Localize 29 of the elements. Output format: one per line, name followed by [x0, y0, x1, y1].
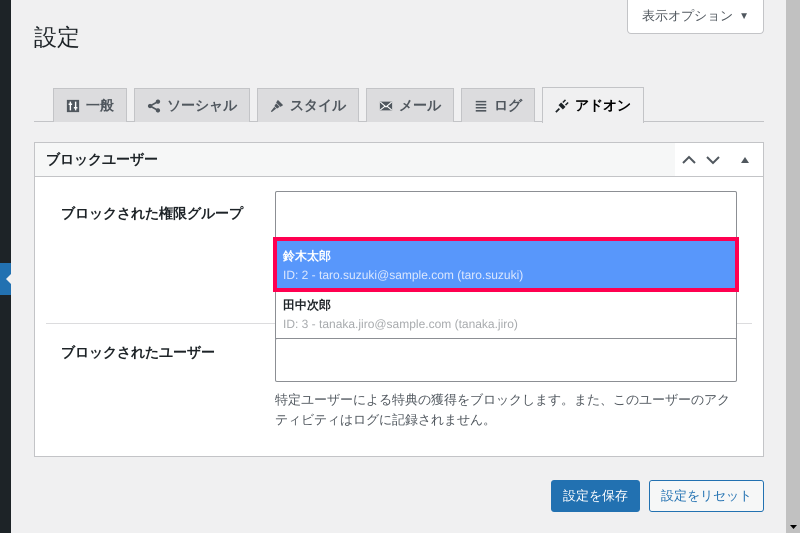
settings-tab[interactable]: ソーシャル — [134, 88, 250, 122]
field-label: ブロックされたユーザー — [61, 343, 216, 362]
reset-button[interactable]: 設定をリセット — [649, 480, 764, 512]
help-text: 特定ユーザーによる特典の獲得をブロックします。また、このユーザーのアクティビティはログに記録されません。 — [275, 391, 731, 429]
user-detail: ID: 3 - tanaka.jiro@sample.com (tanaka.jiro) — [283, 316, 519, 330]
settings-tab[interactable]: メール — [366, 88, 454, 122]
settings-tab[interactable]: スタイル — [257, 88, 359, 122]
list-icon — [474, 98, 488, 112]
user-detail: ID: 2 - taro.suzuki@sample.com (taro.suzuki) — [283, 268, 524, 282]
dropdown-option[interactable]: 田中次郎 ID: 3 - tanaka.jiro@sample.com (tanaka.jiro) — [276, 289, 736, 338]
share-icon — [147, 98, 161, 112]
screen-options-button[interactable]: 表示オプション ▼ — [627, 0, 764, 34]
user-name: 鈴木太郎 — [283, 248, 332, 264]
sliders-icon — [66, 98, 80, 112]
save-button[interactable]: 設定を保存 — [551, 480, 640, 512]
panel-title: ブロックユーザー — [45, 150, 159, 168]
settings-tab[interactable]: 一般 — [53, 88, 127, 122]
settings-tab[interactable]: アドオン — [542, 87, 644, 123]
dropdown-option[interactable]: 鈴木太郎 ID: 2 - taro.suzuki@sample.com (taro.suzuki) — [276, 240, 736, 289]
plug-icon — [555, 98, 569, 112]
scrollbar[interactable] — [786, 0, 800, 533]
settings-tab[interactable]: ログ — [461, 88, 535, 122]
field-label: ブロックされた権限グループ — [61, 204, 245, 223]
sidebar-item[interactable] — [0, 263, 11, 295]
page-title: 設定 — [34, 23, 80, 52]
select-field[interactable] — [275, 338, 737, 382]
brush-icon — [270, 98, 284, 112]
user-name: 田中次郎 — [283, 296, 332, 314]
mail-icon — [379, 98, 393, 112]
